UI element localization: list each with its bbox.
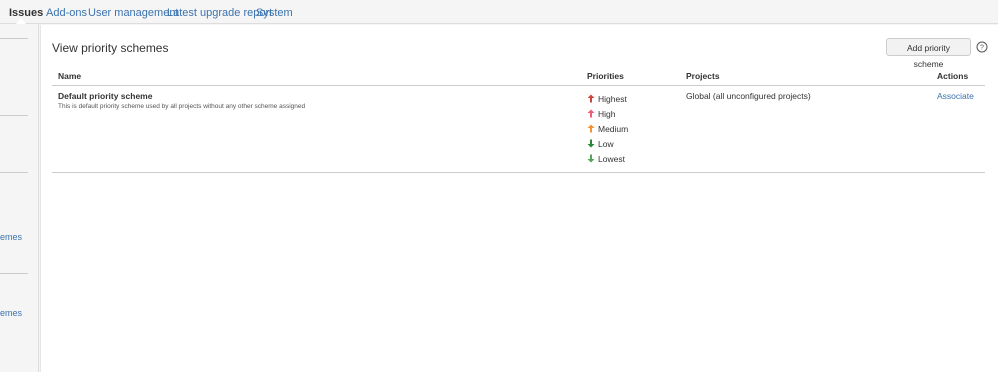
arrow-down-icon [587, 139, 595, 148]
priority-label: High [598, 108, 616, 119]
scheme-name-cell: Default priority scheme This is default … [52, 85, 581, 173]
projects-cell: Global (all unconfigured projects) [680, 85, 931, 173]
priority-item-highest: Highest [587, 91, 674, 106]
priority-item-lowest: Lowest [587, 151, 674, 166]
sidebar-divider [0, 115, 28, 116]
priority-schemes-table: Name Priorities Projects Actions Default… [52, 68, 985, 173]
scheme-name: Default priority scheme [58, 91, 153, 101]
priority-label: Low [598, 138, 614, 149]
priority-item-medium: Medium [587, 121, 674, 136]
arrow-down-icon [587, 154, 595, 163]
projects-text: Global (all unconfigured projects) [686, 91, 811, 101]
tab-issues[interactable]: Issues [9, 7, 43, 19]
tab-add-ons[interactable]: Add-ons [46, 7, 87, 19]
associate-link[interactable]: Associate [937, 91, 974, 101]
sidebar-link-schemes[interactable]: emes [0, 308, 22, 318]
actions-cell: Associate [931, 85, 985, 173]
sidebar-link-priority-schemes[interactable]: emes [0, 232, 22, 242]
scheme-description: This is default priority scheme used by … [58, 103, 306, 110]
tab-user-management[interactable]: User management [88, 7, 179, 19]
help-icon[interactable]: ? [976, 41, 988, 53]
column-header-actions: Actions [931, 68, 985, 86]
column-header-name: Name [52, 68, 581, 86]
add-priority-scheme-button[interactable]: Add priority scheme [886, 38, 971, 69]
sidebar-divider [0, 172, 28, 173]
sidebar: emes emes [0, 24, 39, 372]
priority-label: Medium [598, 123, 629, 134]
table-row: Default priority scheme This is default … [52, 85, 985, 173]
main-content: View priority schemes Add priority schem… [40, 25, 998, 372]
arrow-up-icon [587, 109, 595, 118]
sidebar-divider [0, 38, 28, 39]
page-title: View priority schemes [52, 41, 169, 55]
arrow-up-icon [587, 94, 595, 103]
priority-label: Highest [598, 93, 627, 104]
sidebar-divider [0, 273, 28, 274]
priority-label: Lowest [598, 153, 625, 164]
priority-list: Highest High Medium Low Lowest [587, 91, 674, 166]
arrow-up-icon [587, 124, 595, 133]
svg-text:?: ? [980, 45, 984, 52]
tab-system[interactable]: System [256, 7, 293, 19]
priority-item-low: Low [587, 136, 674, 151]
admin-top-nav: Issues Add-ons User management Latest up… [0, 0, 998, 24]
table-header-row: Name Priorities Projects Actions [52, 68, 985, 86]
column-header-priorities: Priorities [581, 68, 680, 86]
priority-item-high: High [587, 106, 674, 121]
priorities-cell: Highest High Medium Low Lowest [581, 85, 680, 173]
column-header-projects: Projects [680, 68, 931, 86]
